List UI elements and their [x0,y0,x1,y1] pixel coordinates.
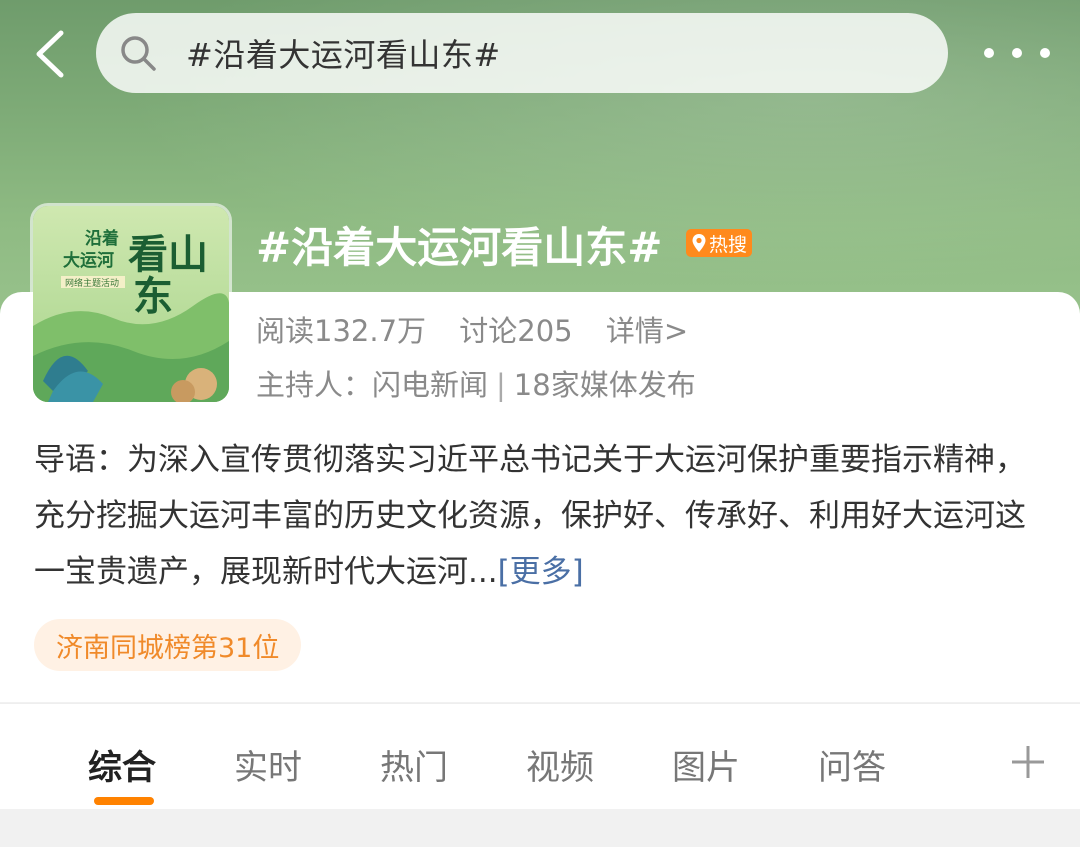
content-tabs: 综合 实时 热门 视频 图片 问答 [0,703,1080,809]
dot-icon [1040,48,1050,58]
details-link[interactable]: 详情> [606,314,688,348]
feed-divider [0,809,1080,847]
cover-text-line1: 沿着 [85,228,119,249]
active-tab-indicator [94,797,154,805]
media-count[interactable]: 18家媒体发布 [514,368,696,402]
intro-more-link[interactable]: [更多] [498,554,584,590]
read-count: 阅读132.7万 [256,314,427,348]
cover-artwork: 沿着 大运河 看山 东 网络主题活动 [33,206,229,402]
topic-title: #沿着大运河看山东# [256,223,663,272]
cover-subtitle: 网络主题活动 [65,277,119,289]
city-rank-badge[interactable]: 济南同城榜第31位 [34,619,302,671]
topic-cover-image[interactable]: 沿着 大运河 看山 东 网络主题活动 [30,203,232,405]
hot-search-badge: 热搜 [686,229,752,257]
host-label[interactable]: 主持人：闪电新闻 [256,368,488,402]
search-bar[interactable]: #沿着大运河看山东# [96,13,948,93]
rank-label: 济南同城榜第31位 [56,632,280,664]
back-button[interactable] [28,28,72,80]
location-pin-icon [692,234,706,252]
chevron-left-icon [36,30,64,78]
tab-comprehensive[interactable]: 综合 [88,740,156,789]
tab-realtime[interactable]: 实时 [234,740,302,789]
tab-video[interactable]: 视频 [526,740,594,789]
dot-icon [1012,48,1022,58]
topic-host-line: 主持人：闪电新闻 | 18家媒体发布 [256,362,696,404]
separator: | [496,368,506,402]
tab-qa[interactable]: 问答 [818,740,886,789]
search-icon [121,36,156,71]
tab-hot[interactable]: 热门 [380,740,448,789]
more-options-button[interactable] [984,40,1050,66]
discussion-count: 讨论205 [459,314,573,348]
dot-icon [984,48,994,58]
hot-badge-label: 热搜 [708,233,747,256]
search-query[interactable]: #沿着大运河看山东# [186,30,501,76]
topic-intro: 导语：为深入宣传贯彻落实习近平总书记关于大运河保护重要指示精神，充分挖掘大运河丰… [34,432,1044,600]
tab-pictures[interactable]: 图片 [672,740,740,789]
cover-text-line2: 大运河 [63,250,114,271]
cover-text-big2: 东 [133,273,173,320]
topic-stats: 阅读132.7万 讨论205 详情> [256,308,712,350]
cover-text-big1: 看山 [128,231,208,278]
plus-icon[interactable] [1008,742,1048,782]
